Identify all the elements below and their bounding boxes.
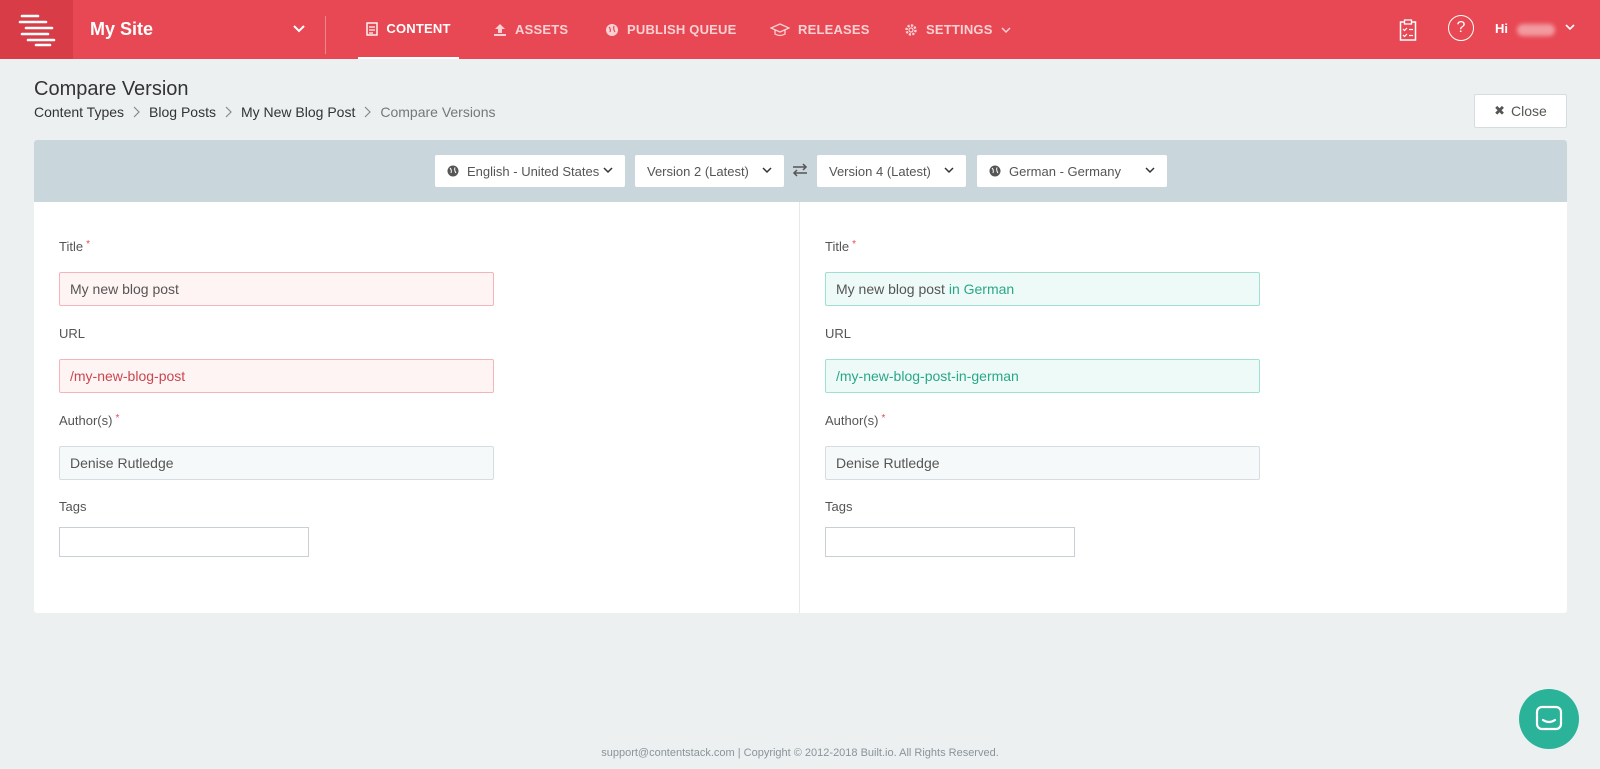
left-version-value: Version 2 (Latest): [647, 163, 749, 179]
nav-tab-assets[interactable]: ASSETS: [493, 0, 568, 59]
title-value: My new blog post: [836, 281, 945, 297]
authors-label: Author(s) *: [825, 413, 886, 428]
chevron-down-icon: [762, 167, 772, 174]
top-navigation-bar: My Site CONTENT ASSETS PUBLISH QUEUE REL…: [0, 0, 1600, 59]
user-name-redacted: [1517, 24, 1555, 36]
tags-label: Tags: [825, 499, 853, 514]
nav-tab-label: PUBLISH QUEUE: [627, 22, 737, 37]
globe-icon: [989, 165, 1001, 177]
url-label: URL: [59, 326, 86, 341]
clipboard-icon: [1399, 19, 1417, 41]
close-button-label: Close: [1511, 103, 1547, 119]
page-title: Compare Version: [34, 78, 189, 100]
help-button[interactable]: ?: [1448, 15, 1474, 41]
breadcrumb: Content Types Blog Posts My New Blog Pos…: [34, 104, 496, 120]
chevron-down-icon: [603, 167, 613, 174]
breadcrumb-entry[interactable]: My New Blog Post: [241, 104, 355, 120]
help-icon: ?: [1456, 19, 1466, 36]
user-greeting[interactable]: Hi: [1495, 21, 1508, 36]
author-value: Denise Rutledge: [70, 455, 174, 471]
title-field: My new blog post: [59, 272, 494, 306]
chevron-down-icon: [944, 167, 954, 174]
url-value: /my-new-blog-post-in-german: [836, 368, 1019, 384]
footer-copyright: support@contentstack.com | Copyright © 2…: [601, 747, 999, 759]
right-locale-value: German - Germany: [1009, 163, 1121, 179]
breadcrumb-content-types[interactable]: Content Types: [34, 104, 124, 120]
compare-panel: English - United States Version 2 (Lates…: [34, 140, 1567, 613]
chevron-down-icon[interactable]: [1564, 22, 1576, 32]
url-field: /my-new-blog-post: [59, 359, 494, 393]
chat-support-button[interactable]: [1519, 689, 1579, 749]
chat-icon: [1535, 705, 1563, 731]
chevron-down-icon: [1145, 167, 1155, 174]
chevron-right-icon: [364, 106, 372, 118]
nav-tab-label: SETTINGS: [926, 22, 993, 37]
title-label: Title *: [825, 239, 856, 254]
left-locale-select[interactable]: English - United States: [435, 155, 625, 187]
title-value: My new blog post: [70, 281, 179, 297]
nav-tab-releases[interactable]: RELEASES: [770, 0, 870, 59]
close-button[interactable]: ✖ Close: [1474, 94, 1567, 128]
tags-field: [825, 527, 1075, 557]
author-value: Denise Rutledge: [836, 455, 940, 471]
required-marker: *: [86, 239, 90, 250]
left-version-select[interactable]: Version 2 (Latest): [635, 155, 784, 187]
nav-tab-label: CONTENT: [386, 21, 451, 36]
gear-icon: [905, 23, 917, 36]
authors-field: Denise Rutledge: [825, 446, 1260, 480]
url-label: URL: [825, 326, 852, 341]
nav-tab-label: RELEASES: [798, 22, 870, 37]
version-selector-bar: English - United States Version 2 (Lates…: [34, 140, 1567, 202]
tags-label: Tags: [59, 499, 87, 514]
right-version-value: Version 4 (Latest): [829, 163, 931, 179]
title-label: Title *: [59, 239, 90, 254]
chevron-right-icon: [133, 106, 140, 118]
document-icon: [366, 21, 379, 36]
left-locale-value: English - United States: [467, 163, 600, 179]
nav-tab-label: ASSETS: [515, 22, 569, 37]
tags-field: [59, 527, 309, 557]
swap-arrows-icon[interactable]: [791, 162, 809, 178]
chevron-down-icon: [1001, 26, 1011, 33]
required-marker: *: [852, 239, 856, 250]
breadcrumb-blog-posts[interactable]: Blog Posts: [149, 104, 216, 120]
upload-icon: [494, 23, 506, 36]
right-version-select[interactable]: Version 4 (Latest): [817, 155, 966, 187]
chevron-right-icon: [225, 106, 232, 118]
nav-tab-settings[interactable]: SETTINGS: [904, 0, 1011, 59]
site-name[interactable]: My Site: [90, 19, 153, 40]
globe-icon: [447, 165, 459, 177]
url-value: /my-new-blog-post: [70, 368, 186, 384]
authors-field: Denise Rutledge: [59, 446, 494, 480]
stack-logo-icon: [18, 14, 55, 46]
contentstack-logo[interactable]: [0, 0, 73, 59]
right-locale-select[interactable]: German - Germany: [977, 155, 1167, 187]
title-field: My new blog post in German: [825, 272, 1260, 306]
close-icon: ✖: [1494, 103, 1506, 118]
required-marker: *: [115, 413, 120, 424]
authors-label: Author(s) *: [59, 413, 120, 428]
left-version-column: Title * My new blog post URL /my-new-blog…: [34, 202, 794, 613]
nav-divider: [325, 16, 326, 54]
nav-tab-publish-queue[interactable]: PUBLISH QUEUE: [605, 0, 737, 59]
release-icon: [770, 22, 790, 36]
nav-tab-content[interactable]: CONTENT: [358, 0, 459, 59]
title-added-text: in German: [944, 281, 1015, 297]
chevron-down-icon[interactable]: [290, 20, 308, 38]
tasks-clipboard-button[interactable]: [1394, 16, 1422, 44]
required-marker: *: [881, 413, 886, 424]
url-field: /my-new-blog-post-in-german: [825, 359, 1260, 393]
right-version-column: Title * My new blog post in German URL /m…: [800, 202, 1560, 613]
breadcrumb-current: Compare Versions: [380, 104, 496, 120]
globe-icon: [606, 23, 618, 36]
